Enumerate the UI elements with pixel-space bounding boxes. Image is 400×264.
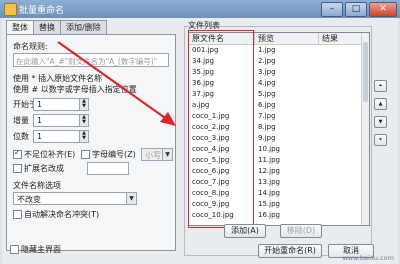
- auto-resolve-box[interactable]: [13, 210, 22, 219]
- hint-hash: 使用 # 以数字或字母插入指定位置: [13, 85, 137, 94]
- letter-number-label: 字母编号(Z): [92, 150, 136, 159]
- maximize-button[interactable]: □: [345, 2, 367, 17]
- hide-main-label: 隐藏主界面: [21, 245, 61, 254]
- move-up-button[interactable]: ▲: [374, 98, 387, 110]
- case-select[interactable]: 小写 ▼: [141, 148, 173, 161]
- start-stepper[interactable]: 1 ▲ ▼: [33, 98, 89, 111]
- tab-overall[interactable]: 整体: [6, 20, 34, 35]
- pad-zero-checkbox[interactable]: 不足位补齐(E): [13, 148, 76, 160]
- ext-input[interactable]: [87, 162, 129, 175]
- rule-label: 命名规则:: [13, 42, 48, 51]
- auto-resolve-label: 自动解决命名冲突(T): [24, 210, 100, 219]
- preview-name-cell: 3.jpg: [258, 68, 276, 76]
- preview-name-cell: 2.jpg: [258, 57, 276, 65]
- column-preview[interactable]: 预览: [255, 33, 319, 45]
- window-title: 批量重命名: [19, 6, 65, 16]
- start-spin-arrows[interactable]: ▲ ▼: [79, 99, 88, 110]
- preview-name-cell: 15.jpg: [258, 200, 280, 208]
- chevron-down-icon[interactable]: ▼: [162, 149, 172, 160]
- hide-main-box[interactable]: [10, 245, 19, 254]
- preview-name-cell: 5.jpg: [258, 90, 276, 98]
- tab-replace[interactable]: 替换: [33, 20, 61, 34]
- auto-resolve-checkbox[interactable]: 自动解决命名冲突(T): [13, 209, 99, 220]
- preview-name-cell: 13.jpg: [258, 178, 280, 186]
- preview-name-cell: 11.jpg: [258, 156, 280, 164]
- hint-asterisk: 使用 * 插入原始文件名称: [13, 74, 103, 83]
- preview-name-cell: 16.jpg: [258, 211, 280, 219]
- step-label: 增量: [13, 116, 29, 125]
- tab-strip: 整体 替换 添加/删除: [6, 20, 107, 35]
- watermark: www.baidu.com: [342, 254, 394, 262]
- list-scrollbar[interactable]: [361, 33, 369, 225]
- step-spin-arrows[interactable]: ▲ ▼: [79, 115, 88, 126]
- digits-stepper[interactable]: 1 ▲ ▼: [33, 130, 89, 143]
- highlight-box: [188, 30, 254, 228]
- digits-label: 位数: [13, 132, 29, 141]
- ext-change-box[interactable]: [13, 164, 22, 173]
- dialog-body: 整体 替换 添加/删除 命名规则: 在此输入"A_#"则文件名为"A_(数字编号…: [2, 18, 398, 264]
- pad-zero-box[interactable]: [13, 148, 22, 159]
- step-value: 1: [37, 116, 43, 125]
- settings-panel: 命名规则: 在此输入"A_#"则文件名为"A_(数字编号)" 使用 * 插入原始…: [6, 34, 176, 251]
- step-stepper[interactable]: 1 ▲ ▼: [33, 114, 89, 127]
- preview-name-cell: 4.jpg: [258, 79, 276, 87]
- close-button[interactable]: ✕: [369, 2, 397, 17]
- scroll-thumb[interactable]: [363, 42, 368, 102]
- preview-name-cell: 6.jpg: [258, 101, 276, 109]
- app-icon: [4, 3, 17, 16]
- preview-name-cell: 14.jpg: [258, 189, 280, 197]
- digits-spin-arrows[interactable]: ▲ ▼: [79, 131, 88, 142]
- preview-name-cell: 12.jpg: [258, 167, 280, 175]
- preview-name-cell: 8.jpg: [258, 123, 276, 131]
- chevron-down-icon[interactable]: ▼: [126, 193, 136, 204]
- digits-value: 1: [37, 132, 43, 141]
- move-top-button[interactable]: ⏶: [374, 80, 387, 92]
- rule-input[interactable]: 在此输入"A_#"则文件名为"A_(数字编号)": [13, 53, 169, 67]
- rule-input-placeholder: 在此输入"A_#"则文件名为"A_(数字编号)": [16, 57, 158, 66]
- title-bar[interactable]: 批量重命名 – □ ✕: [0, 0, 400, 18]
- filename-option-value: 不改变: [17, 195, 41, 204]
- column-result[interactable]: 结果: [319, 33, 365, 45]
- add-button[interactable]: 添加(A): [224, 224, 266, 238]
- move-down-button[interactable]: ▼: [374, 116, 387, 128]
- tab-add-delete[interactable]: 添加/删除: [60, 20, 107, 34]
- hide-main-checkbox[interactable]: 隐藏主界面: [10, 244, 61, 255]
- pad-zero-label: 不足位补齐(E): [24, 150, 76, 159]
- case-value: 小写: [145, 151, 161, 160]
- start-rename-button[interactable]: 开始重命名(R): [258, 244, 322, 258]
- letter-number-checkbox[interactable]: 字母编号(Z): [81, 149, 136, 160]
- letter-number-box[interactable]: [81, 150, 90, 159]
- remove-button[interactable]: 移除(D): [280, 224, 322, 238]
- preview-name-cell: 1.jpg: [258, 46, 276, 54]
- ext-change-checkbox[interactable]: 扩展名改成: [13, 163, 64, 174]
- start-value: 1: [37, 100, 43, 109]
- minimize-button[interactable]: –: [321, 2, 343, 17]
- filename-option-select[interactable]: 不改变 ▼: [13, 192, 137, 205]
- preview-name-cell: 9.jpg: [258, 134, 276, 142]
- ext-change-label: 扩展名改成: [24, 164, 64, 173]
- filename-options-label: 文件名称选项: [13, 181, 61, 190]
- preview-name-cell: 7.jpg: [258, 112, 276, 120]
- move-bottom-button[interactable]: ⏷: [374, 134, 387, 146]
- preview-name-cell: 10.jpg: [258, 145, 280, 153]
